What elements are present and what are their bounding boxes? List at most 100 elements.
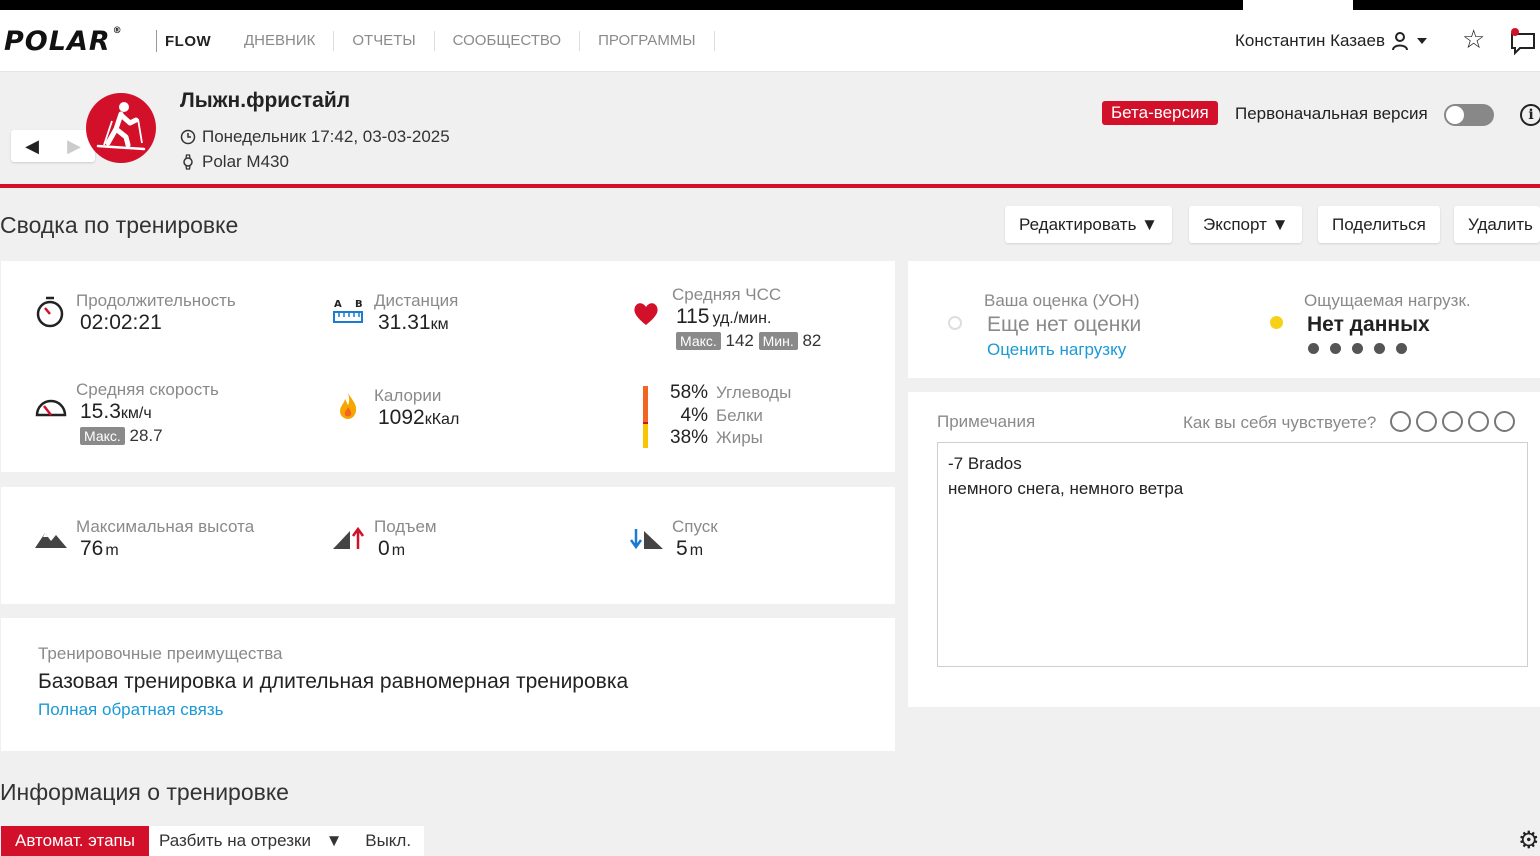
workout-datetime: Понедельник 17:42, 03-03-2025	[180, 127, 450, 147]
feeling-good-icon[interactable]	[1468, 411, 1489, 432]
speedometer-icon	[35, 399, 67, 417]
ski-sport-icon	[86, 93, 156, 163]
polar-logo[interactable]: POLAR ®	[4, 26, 123, 57]
auto-laps-button[interactable]: Автомат. этапы	[1, 826, 149, 856]
benefit-label: Тренировочные преимущества	[38, 644, 283, 663]
hr-min-badge: Мин.	[758, 332, 798, 350]
datetime-text: Понедельник 17:42, 03-03-2025	[202, 127, 450, 146]
notes-line: -7 Brados	[948, 454, 1022, 473]
distance-stat: Дистанция 31.31км	[374, 291, 458, 335]
carbs-bar-segment	[643, 386, 648, 422]
svg-text:A: A	[334, 299, 342, 310]
rate-load-link[interactable]: Оценить нагрузку	[987, 340, 1126, 360]
workout-header: ◀ ▶ Лыжн.фристайл Понедельник 17:42, 03-…	[0, 72, 1540, 188]
user-icon	[1391, 32, 1408, 51]
perceived-dot[interactable]	[1352, 343, 1363, 354]
descent-icon	[630, 529, 663, 550]
toggle-knob	[1446, 106, 1464, 124]
share-button[interactable]: Поделиться	[1318, 206, 1440, 243]
avg-hr-value: 115 уд./мин.	[676, 305, 772, 328]
hr-min-value: 82	[802, 331, 822, 350]
sport-title: Лыжн.фристайл	[180, 89, 351, 112]
registered-icon: ®	[112, 26, 123, 36]
hr-max-value: 142	[725, 331, 754, 350]
split-dropdown[interactable]: Разбить на отрезки ▼ Выкл.	[149, 826, 424, 856]
workout-nav: ◀ ▶	[11, 130, 95, 162]
delete-button[interactable]: Удалить	[1454, 206, 1540, 243]
beta-version-badge[interactable]: Бета-версия	[1102, 101, 1218, 125]
rpe-indicator-icon	[948, 316, 962, 330]
message-icon[interactable]	[1508, 26, 1538, 56]
ascent-stat: Подъем 0m	[374, 517, 437, 561]
feeling-label: Как вы себя чувствуете?	[1183, 413, 1377, 432]
original-version-toggle[interactable]	[1444, 104, 1494, 126]
descent-label: Спуск	[672, 517, 718, 536]
heart-icon	[634, 303, 658, 325]
macro-fat: 38% Жиры	[670, 427, 763, 448]
altitude-card: Максимальная высота 76 m Подъем 0m Спуск …	[1, 487, 895, 604]
training-benefit-card: Тренировочные преимущества Базовая трени…	[1, 618, 895, 751]
mountain-icon	[35, 533, 67, 548]
product-name[interactable]: FLOW	[165, 33, 211, 50]
export-button[interactable]: Экспорт ▼	[1189, 206, 1303, 243]
top-navigation: POLAR ® FLOW ДНЕВНИК ОТЧЕТЫ СООБЩЕСТВО ПР…	[0, 10, 1540, 72]
benefit-value: Базовая тренировка и длительная равномер…	[38, 670, 629, 693]
logo-text: POLAR	[4, 26, 111, 57]
ascent-value: 0m	[378, 537, 406, 560]
distance-value: 31.31км	[378, 311, 449, 334]
info-icon[interactable]: i	[1520, 104, 1540, 126]
notes-label: Примечания	[937, 412, 1036, 431]
avg-hr-range: Макс. 142 Мин. 82	[672, 331, 821, 351]
main-menu: ДНЕВНИК ОТЧЕТЫ СООБЩЕСТВО ПРОГРАММЫ	[226, 31, 715, 51]
notes-line: немного снега, немного ветра	[948, 479, 1184, 498]
distance-icon: A B	[333, 299, 363, 323]
perceived-indicator-icon	[1270, 316, 1283, 329]
perceived-dot[interactable]	[1396, 343, 1407, 354]
chevron-down-icon	[1416, 38, 1427, 44]
user-name: Константин Казаев	[1235, 31, 1385, 50]
avg-hr-label: Средняя ЧСС	[672, 285, 782, 304]
watch-icon	[183, 154, 193, 170]
ascent-label: Подъем	[374, 517, 437, 536]
feeling-bad-icon[interactable]	[1416, 411, 1437, 432]
rpe-value: Еще нет оценки	[987, 313, 1142, 336]
user-menu[interactable]: Константин Казаев	[1235, 31, 1429, 51]
notes-textarea[interactable]: -7 Brados немного снега, немного ветра	[937, 442, 1528, 667]
menu-item-diary[interactable]: ДНЕВНИК	[226, 31, 335, 51]
workout-info-title: Информация о тренировке	[0, 779, 289, 805]
feeling-very-good-icon[interactable]	[1494, 411, 1515, 432]
top-strip-gap	[1243, 0, 1353, 10]
edit-button[interactable]: Редактировать ▼	[1005, 206, 1172, 243]
speed-max-value: 28.7	[129, 426, 163, 445]
perceived-dot[interactable]	[1308, 343, 1319, 354]
star-icon[interactable]: ☆	[1462, 26, 1485, 52]
ascent-icon	[333, 526, 365, 549]
menu-item-community[interactable]: СООБЩЕСТВО	[435, 31, 581, 51]
perceived-dot[interactable]	[1374, 343, 1385, 354]
max-altitude-label: Максимальная высота	[76, 517, 255, 536]
perceived-dot[interactable]	[1330, 343, 1341, 354]
rating-card: Ваша оценка (УОН) Еще нет оценки Оценить…	[908, 261, 1540, 378]
previous-workout-button[interactable]: ◀	[11, 130, 53, 162]
speed-max-badge: Макс.	[80, 427, 125, 445]
full-feedback-link[interactable]: Полная обратная связь	[38, 700, 223, 720]
gear-icon[interactable]: ⚙	[1518, 826, 1540, 854]
speed-max-row: Макс. 28.7	[76, 426, 219, 446]
feeling-neutral-icon[interactable]	[1442, 411, 1463, 432]
avg-speed-label: Средняя скорость	[76, 380, 219, 399]
menu-item-reports[interactable]: ОТЧЕТЫ	[334, 31, 435, 51]
max-altitude-stat: Максимальная высота 76 m	[76, 517, 254, 561]
distance-label: Дистанция	[374, 291, 459, 310]
descent-value: 5m	[676, 537, 704, 560]
descent-stat: Спуск 5m	[672, 517, 718, 561]
menu-item-programs[interactable]: ПРОГРАММЫ	[580, 31, 715, 51]
perceived-dots[interactable]	[1308, 343, 1407, 354]
macros-bar	[643, 386, 648, 448]
chevron-down-icon: ▼	[325, 831, 343, 850]
feeling-very-bad-icon[interactable]	[1390, 411, 1411, 432]
logo-divider	[156, 30, 157, 52]
calories-label: Калории	[374, 386, 442, 405]
device-text: Polar M430	[202, 152, 289, 171]
macro-carbs: 58% Углеводы	[670, 382, 792, 403]
duration-value: 02:02:21	[80, 311, 162, 334]
